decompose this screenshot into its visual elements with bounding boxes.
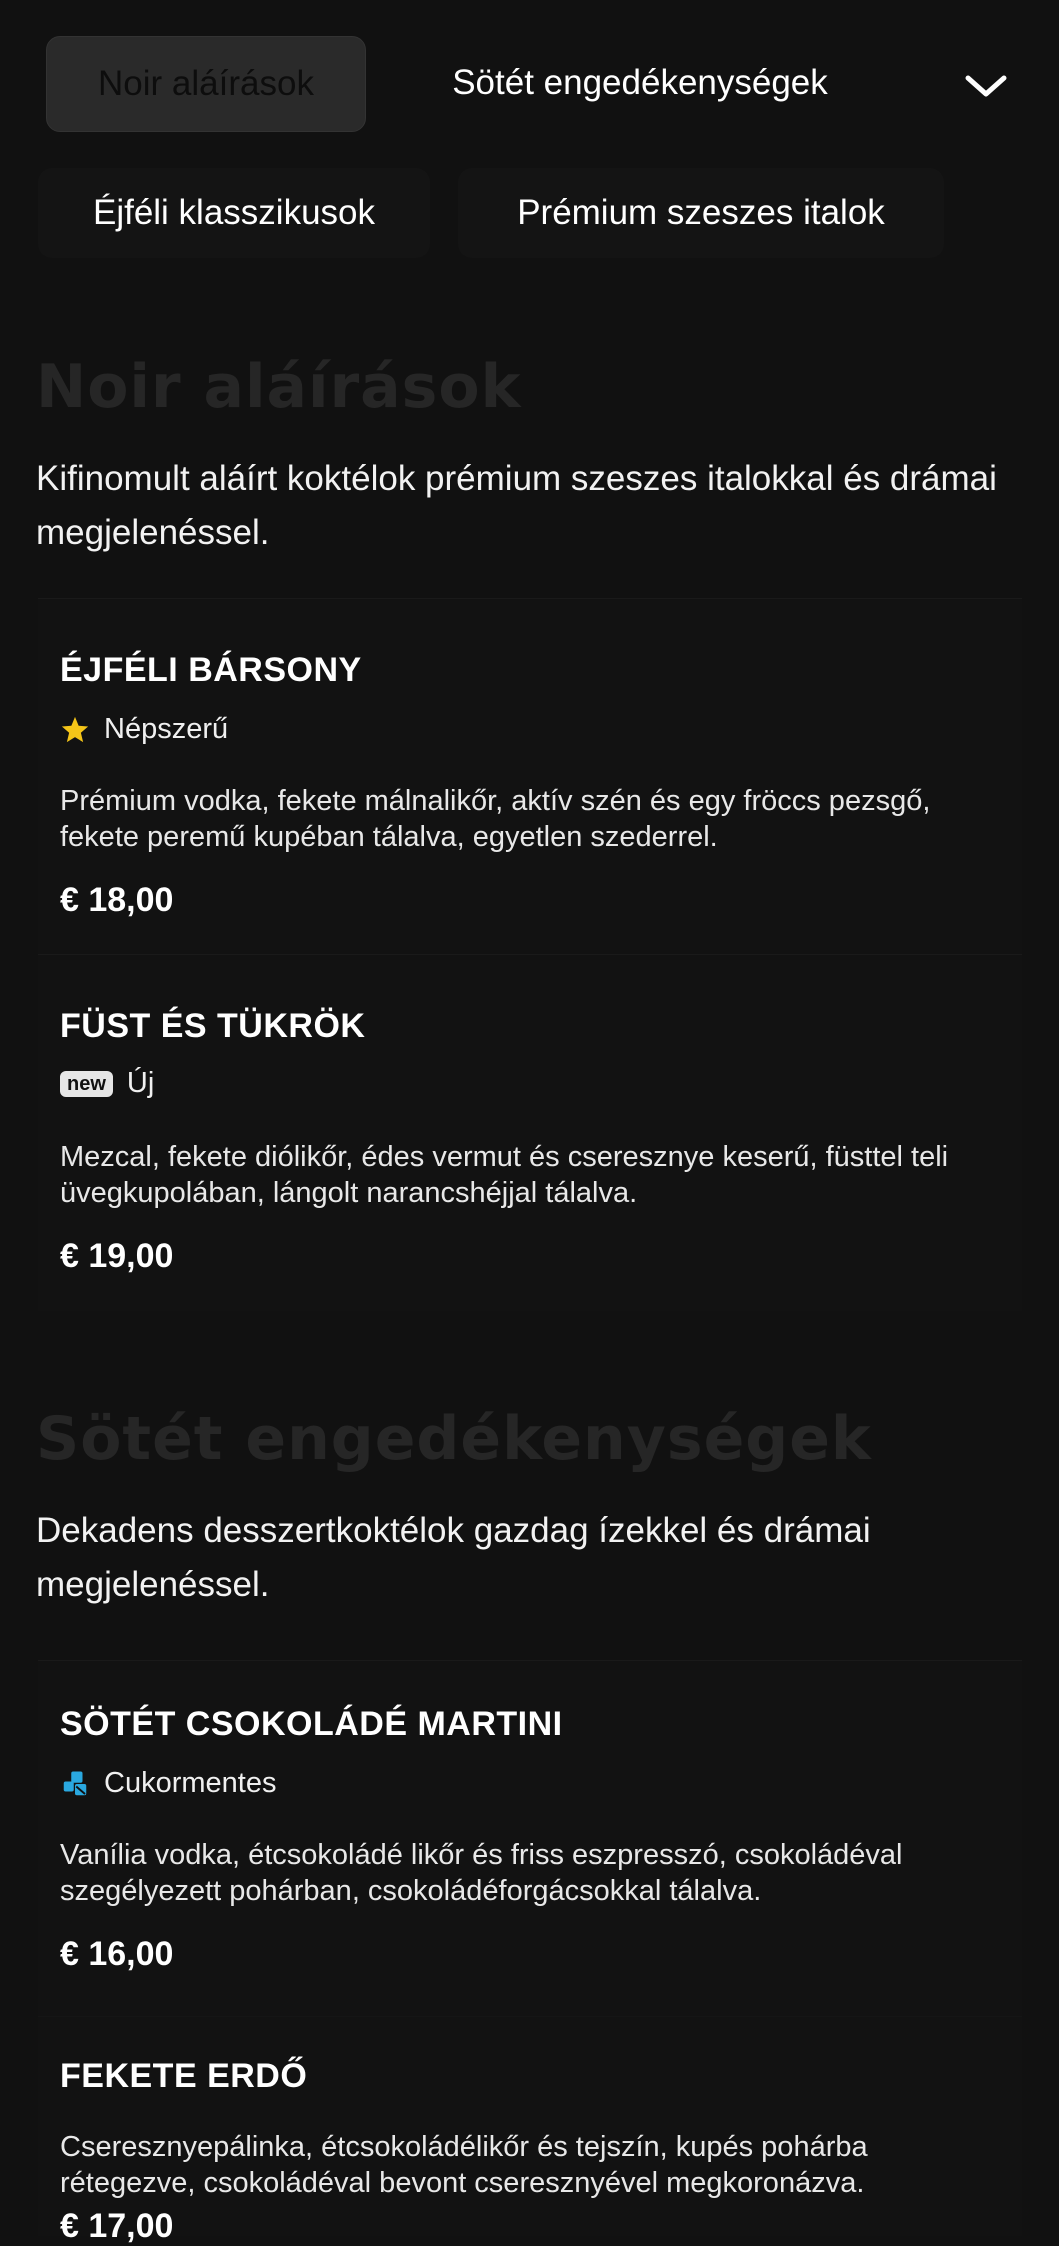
item-badge: Népszerű — [60, 713, 228, 746]
menu-item-card[interactable]: ÉJFÉLI BÁRSONY Népszerű Prémium vodka, f… — [38, 598, 1022, 955]
item-name: SÖTÉT CSOKOLÁDÉ MARTINI — [60, 1705, 563, 1743]
item-description: Vanília vodka, étcsokoládé likőr és fris… — [60, 1839, 903, 1907]
section-description: Kifinomult aláírt koktélok prémium szesz… — [36, 459, 997, 552]
item-description: Mezcal, fekete diólikőr, édes vermut és … — [60, 1141, 949, 1209]
chevron-down-icon[interactable] — [962, 62, 1010, 110]
section-description: Dekadens desszertkoktélok gazdag ízekkel… — [36, 1511, 871, 1604]
badge-label: Új — [126, 1067, 155, 1099]
item-badge: Cukormentes — [60, 1767, 276, 1800]
badge-label: Cukormentes — [104, 1767, 277, 1799]
badge-label: Népszerű — [104, 713, 229, 745]
tab-ejfeli-klasszikusok[interactable]: Éjféli klasszikusok — [38, 168, 430, 258]
menu-item-card[interactable]: FÜST ÉS TÜKRÖK new Új Mezcal, fekete dió… — [38, 954, 1022, 1311]
item-price: € 17,00 — [60, 2207, 174, 2245]
item-description: Prémium vodka, fekete málnalikőr, aktív … — [60, 785, 931, 853]
tab-noir-alairasok[interactable]: Noir aláírások — [46, 36, 366, 132]
item-price: € 18,00 — [60, 881, 174, 919]
menu-item-card[interactable]: SÖTÉT CSOKOLÁDÉ MARTINI Cukormentes Vaní… — [38, 1660, 1022, 2017]
tab-premium-szeszes-italok[interactable]: Prémium szeszes italok — [458, 168, 944, 258]
section-title: Noir aláírások — [36, 352, 522, 422]
item-name: FÜST ÉS TÜKRÖK — [60, 1007, 366, 1045]
item-price: € 19,00 — [60, 1237, 174, 1275]
item-badge: new Új — [60, 1067, 154, 1100]
item-name: FEKETE ERDŐ — [60, 2057, 308, 2095]
item-price: € 16,00 — [60, 1935, 174, 1973]
item-name: ÉJFÉLI BÁRSONY — [60, 651, 362, 689]
category-nav: Noir aláírások Sötét engedékenységek Éjf… — [0, 0, 1059, 270]
new-icon: new — [60, 1070, 113, 1097]
star-icon — [61, 716, 89, 742]
section-title: Sötét engedékenységek — [36, 1404, 872, 1474]
item-description: Cseresznyepálinka, étcsokoládélikőr és t… — [60, 2131, 868, 2199]
menu-item-card[interactable]: FEKETE ERDŐ Cseresznyepálinka, étcsokolá… — [38, 2016, 1022, 2245]
tab-sotet-engedekenysegek[interactable]: Sötét engedékenységek — [410, 36, 870, 130]
sugar-free-icon — [63, 1771, 87, 1795]
